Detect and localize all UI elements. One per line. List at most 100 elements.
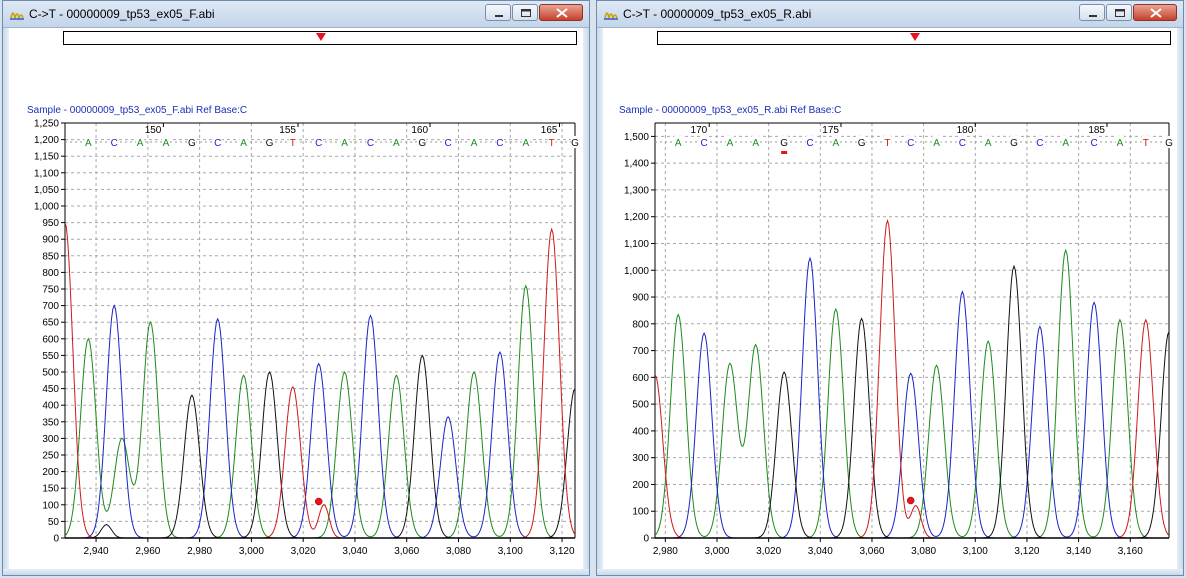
- y-tick-label: 700: [632, 346, 649, 357]
- base-call: C: [1090, 138, 1097, 149]
- position-label: 170: [691, 125, 708, 136]
- x-tick-label: 3,100: [498, 546, 523, 557]
- base-call: C: [315, 138, 322, 149]
- position-label: 155: [279, 125, 296, 136]
- y-tick-label: 50: [48, 517, 60, 528]
- x-tick-label: 3,120: [550, 546, 575, 557]
- chromatogram-window-forward[interactable]: C->T - 00000009_tp53_ex05_F.abi Sample -…: [2, 0, 590, 576]
- app-icon: [604, 12, 618, 21]
- base-call: A: [727, 138, 734, 149]
- y-tick-label: 600: [42, 334, 59, 345]
- base-call: C: [700, 138, 707, 149]
- base-call: C: [907, 138, 914, 149]
- window-title: C->T - 00000009_tp53_ex05_F.abi: [29, 7, 215, 21]
- position-label: 175: [822, 125, 839, 136]
- y-tick-label: 1,400: [624, 159, 649, 170]
- y-tick-label: 200: [632, 480, 649, 491]
- base-call: C: [496, 138, 503, 149]
- y-tick-label: 750: [42, 285, 59, 296]
- y-tick-label: 1,200: [34, 135, 59, 146]
- x-tick-label: 3,140: [1066, 546, 1091, 557]
- x-tick-label: 3,000: [704, 546, 729, 557]
- y-tick-label: 1,000: [624, 266, 649, 277]
- base-call: A: [85, 138, 92, 149]
- x-tick-label: 3,060: [394, 546, 419, 557]
- y-tick-label: 0: [53, 534, 59, 545]
- y-tick-label: 200: [42, 467, 59, 478]
- position-label: 160: [411, 125, 428, 136]
- y-tick-label: 1,250: [34, 119, 59, 130]
- chromatogram-area: Sample - 00000009_tp53_ex05_F.abi Ref Ba…: [9, 28, 583, 569]
- variant-point: [906, 496, 915, 505]
- variant-point: [314, 497, 323, 506]
- x-tick-label: 3,020: [756, 546, 781, 557]
- base-call: T: [290, 138, 296, 149]
- title-bar[interactable]: C->T - 00000009_tp53_ex05_R.abi: [597, 1, 1183, 28]
- trace-t: [65, 222, 575, 539]
- chromatogram-plot[interactable]: 0 100 200 300 400 500 600 700 800 900 1,000 1,100 1,…: [603, 28, 1179, 571]
- base-call: A: [163, 138, 170, 149]
- y-tick-label: 400: [632, 426, 649, 437]
- base-call: G: [571, 138, 579, 149]
- window-title: C->T - 00000009_tp53_ex05_R.abi: [623, 7, 812, 21]
- maximize-icon: [1115, 9, 1125, 17]
- y-tick-label: 850: [42, 251, 59, 262]
- base-call: A: [240, 138, 247, 149]
- y-tick-label: 1,050: [34, 185, 59, 196]
- base-call: A: [1117, 138, 1124, 149]
- chromatogram-plot[interactable]: 0 50 100 150 200 250 300 350 400 450 500 550 600 650 7…: [9, 28, 585, 571]
- x-tick-label: 3,060: [859, 546, 884, 557]
- y-tick-label: 500: [42, 368, 59, 379]
- y-tick-label: 250: [42, 451, 59, 462]
- close-button[interactable]: [1133, 4, 1177, 21]
- close-button[interactable]: [539, 4, 583, 21]
- x-tick-label: 3,100: [963, 546, 988, 557]
- y-tick-label: 100: [632, 507, 649, 518]
- base-call: G: [266, 138, 274, 149]
- y-tick-label: 350: [42, 417, 59, 428]
- chromatogram-area: Sample - 00000009_tp53_ex05_R.abi Ref Ba…: [603, 28, 1177, 569]
- chromatogram-window-reverse[interactable]: C->T - 00000009_tp53_ex05_R.abi Sample -…: [596, 0, 1184, 576]
- title-bar[interactable]: C->T - 00000009_tp53_ex05_F.abi: [3, 1, 589, 28]
- y-tick-label: 300: [42, 434, 59, 445]
- position-label: 150: [145, 125, 162, 136]
- x-tick-label: 3,160: [1118, 546, 1143, 557]
- base-call: G: [418, 138, 426, 149]
- base-call: C: [806, 138, 813, 149]
- base-call: A: [393, 138, 400, 149]
- x-tick-label: 3,040: [808, 546, 833, 557]
- base-call: T: [1143, 138, 1149, 149]
- base-call: T: [884, 138, 890, 149]
- x-tick-label: 3,120: [1014, 546, 1039, 557]
- maximize-button[interactable]: [512, 4, 538, 21]
- base-call: A: [471, 138, 478, 149]
- base-call: C: [367, 138, 374, 149]
- y-tick-label: 1,300: [624, 185, 649, 196]
- maximize-button[interactable]: [1106, 4, 1132, 21]
- y-tick-label: 1,500: [624, 132, 649, 143]
- base-call: G: [1010, 138, 1018, 149]
- y-tick-label: 800: [42, 268, 59, 279]
- minimize-button[interactable]: [1079, 4, 1105, 21]
- y-tick-label: 950: [42, 218, 59, 229]
- base-call: C: [959, 138, 966, 149]
- y-tick-label: 900: [42, 235, 59, 246]
- y-tick-label: 300: [632, 453, 649, 464]
- trace-g: [65, 354, 575, 539]
- base-call: G: [1165, 138, 1173, 149]
- base-call: G: [188, 138, 196, 149]
- base-call: A: [1062, 138, 1069, 149]
- trace-a: [655, 248, 1169, 539]
- y-tick-label: 500: [632, 400, 649, 411]
- y-tick-label: 450: [42, 384, 59, 395]
- y-tick-label: 1,150: [34, 152, 59, 163]
- base-call: C: [214, 138, 221, 149]
- minimize-icon: [1089, 15, 1097, 17]
- y-tick-label: 100: [42, 500, 59, 511]
- y-tick-label: 700: [42, 301, 59, 312]
- base-call: A: [832, 138, 839, 149]
- y-tick-label: 600: [632, 373, 649, 384]
- minimize-button[interactable]: [485, 4, 511, 21]
- position-label: 185: [1088, 125, 1105, 136]
- base-call: A: [933, 138, 940, 149]
